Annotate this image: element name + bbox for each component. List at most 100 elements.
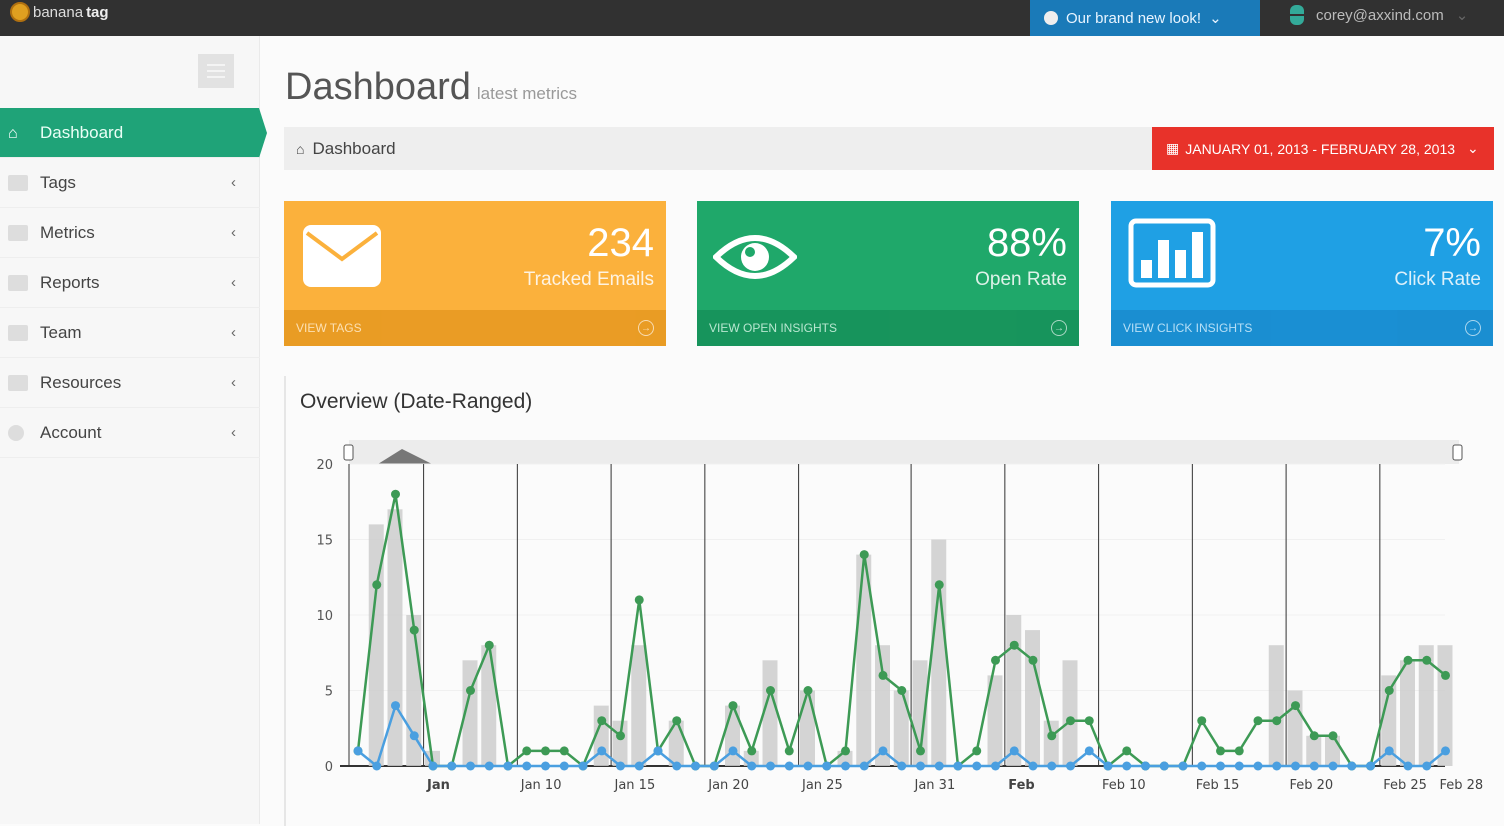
data-point	[859, 761, 869, 771]
x-tick-label: Feb 15	[1196, 778, 1240, 793]
data-point	[747, 746, 757, 756]
data-point	[616, 761, 625, 771]
data-point	[1272, 761, 1282, 771]
navigator-left-handle[interactable]	[343, 444, 354, 461]
bar	[612, 720, 628, 766]
data-point	[597, 716, 607, 726]
data-point	[1366, 761, 1375, 771]
data-point	[541, 746, 550, 756]
x-tick-label: Jan 10	[520, 778, 562, 793]
data-point	[1422, 655, 1432, 665]
data-point	[372, 580, 382, 590]
data-point	[672, 761, 682, 771]
data-point	[522, 746, 532, 756]
data-point	[503, 761, 513, 771]
data-point	[1441, 746, 1450, 756]
data-point	[1066, 716, 1075, 726]
data-point	[372, 761, 382, 771]
x-tick-label: Jan 25	[801, 778, 843, 793]
data-point	[466, 761, 475, 771]
data-point	[1216, 761, 1225, 771]
data-point	[1159, 761, 1169, 771]
data-point	[466, 686, 475, 695]
bar	[481, 645, 497, 766]
data-point	[1009, 640, 1019, 650]
data-point	[991, 655, 1000, 665]
bar	[1325, 735, 1340, 766]
y-tick-label: 5	[325, 685, 333, 700]
data-point	[784, 761, 794, 771]
data-point	[1047, 731, 1057, 741]
data-point	[822, 761, 832, 771]
bar	[931, 539, 947, 766]
data-point	[1253, 716, 1263, 726]
data-point	[1178, 761, 1188, 771]
data-point	[1328, 731, 1338, 741]
x-tick-label: Feb 20	[1290, 778, 1334, 793]
data-point	[878, 746, 888, 756]
data-point	[1234, 746, 1244, 756]
data-point	[728, 701, 738, 711]
bar	[631, 645, 647, 766]
bar	[1043, 720, 1059, 766]
x-tick-label: Feb 10	[1102, 778, 1146, 793]
data-point	[578, 761, 588, 771]
data-point	[1084, 716, 1094, 726]
x-tick-label: Jan 15	[614, 778, 656, 793]
data-point	[559, 761, 569, 771]
bar	[1025, 630, 1040, 766]
data-point	[1441, 670, 1450, 680]
data-point	[878, 670, 888, 680]
x-tick-label: Feb	[1008, 778, 1034, 793]
data-point	[897, 686, 907, 695]
data-point	[653, 746, 663, 756]
y-tick-label: 15	[316, 534, 333, 549]
data-point	[1084, 746, 1094, 756]
data-point	[634, 761, 644, 771]
data-point	[934, 761, 944, 771]
overview-chart: 0 5 10 15 20 Jan Jan 10 Jan 15 Jan 20 Jan 25 Jan 3…	[316, 440, 1484, 793]
data-point	[1384, 746, 1394, 756]
data-point	[766, 761, 775, 771]
data-point	[1141, 761, 1150, 771]
data-point	[691, 761, 700, 771]
data-point	[1234, 761, 1244, 771]
data-point	[353, 746, 363, 756]
data-point	[916, 761, 925, 771]
navigator-right-handle[interactable]	[1452, 444, 1463, 461]
bar	[668, 720, 684, 766]
data-point	[803, 761, 813, 771]
data-point	[428, 761, 438, 771]
data-point	[953, 761, 963, 771]
data-point	[841, 761, 850, 771]
data-point	[391, 701, 400, 711]
x-tick-label: Feb 25	[1383, 778, 1427, 793]
bar	[1306, 735, 1322, 766]
x-tick-label: Feb 28	[1440, 778, 1484, 793]
data-point	[1309, 731, 1319, 741]
data-point	[634, 595, 644, 605]
data-point	[1384, 686, 1394, 695]
data-point	[991, 761, 1000, 771]
data-point	[522, 761, 532, 771]
data-point	[1291, 761, 1300, 771]
data-point	[916, 746, 925, 756]
data-point	[1403, 655, 1413, 665]
x-tick-label: Jan 31	[914, 778, 956, 793]
data-point	[409, 625, 419, 635]
bar	[1268, 645, 1284, 766]
data-point	[447, 761, 457, 771]
data-point	[1253, 761, 1263, 771]
data-point	[391, 489, 400, 499]
bar	[800, 690, 815, 766]
data-point	[1197, 716, 1207, 726]
data-point	[1328, 761, 1338, 771]
data-point	[1403, 761, 1413, 771]
bar	[1400, 660, 1415, 766]
data-point	[897, 761, 907, 771]
data-point	[972, 761, 982, 771]
data-point	[1028, 761, 1038, 771]
data-point	[1122, 746, 1132, 756]
data-point	[1122, 761, 1132, 771]
data-point	[1197, 761, 1207, 771]
